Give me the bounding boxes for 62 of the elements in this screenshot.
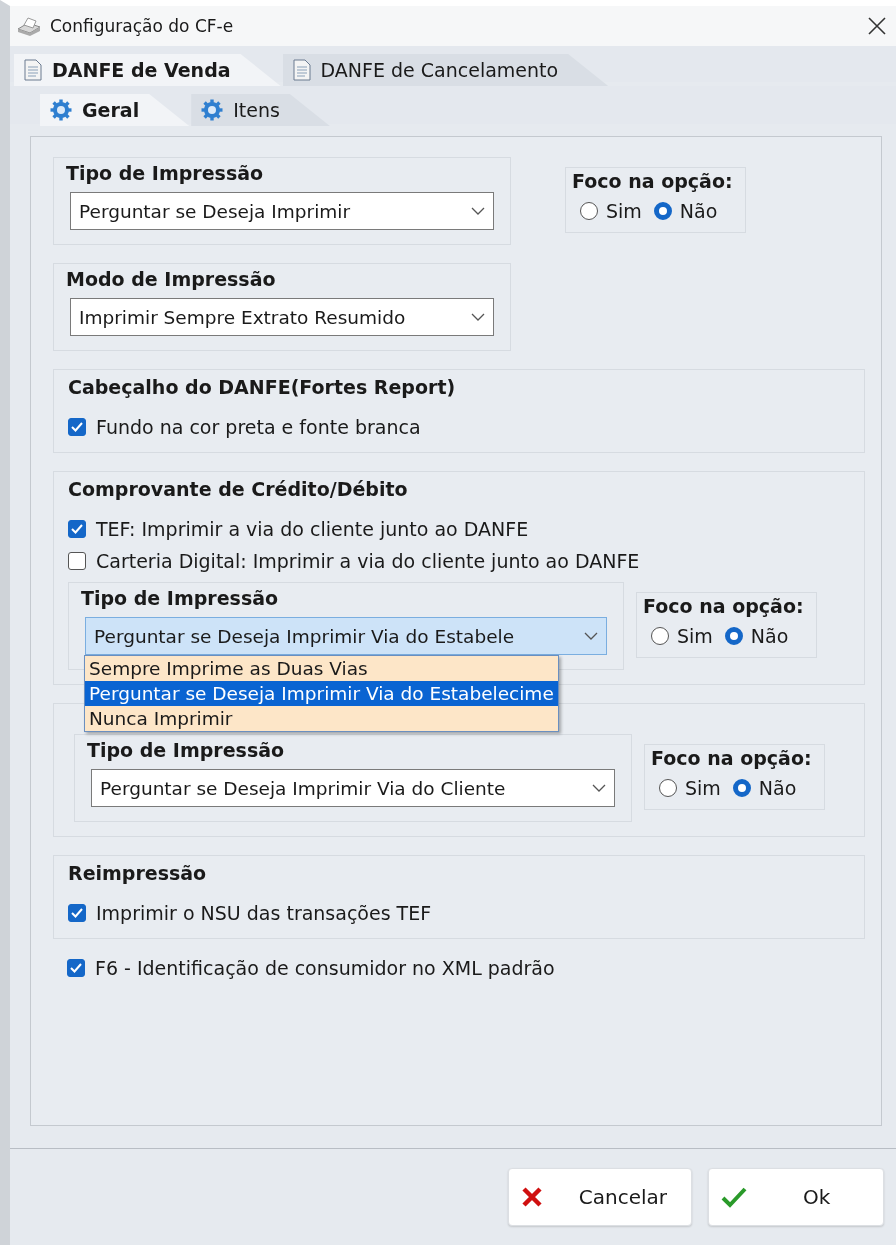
group-title: Tipo de Impressão bbox=[66, 162, 265, 184]
checkbox-label[interactable]: Imprimir o NSU das transações TEF bbox=[96, 902, 432, 924]
document-icon bbox=[292, 59, 311, 81]
group-title: Tipo de Impressão bbox=[87, 739, 286, 761]
checkbox-label[interactable]: Fundo na cor preta e fonte branca bbox=[96, 416, 421, 438]
radio-label[interactable]: Não bbox=[758, 777, 797, 799]
window-title: Configuração do CF-e bbox=[50, 16, 235, 36]
checkmark-icon bbox=[71, 422, 83, 432]
checkmark-icon bbox=[721, 1186, 747, 1208]
chevron-icon bbox=[592, 784, 606, 792]
checkbox-label[interactable]: F6 - Identificação de consumidor no XML padrão bbox=[95, 957, 555, 979]
close-icon[interactable] bbox=[868, 17, 886, 35]
radio-button[interactable] bbox=[732, 779, 751, 797]
dropdown-option[interactable]: Sempre Imprime as Duas Vias bbox=[85, 656, 558, 681]
group-title: Foco na opção: bbox=[643, 595, 804, 617]
checkmark-icon bbox=[70, 963, 82, 973]
dropdown[interactable]: Imprimir Sempre Extrato Resumido bbox=[70, 298, 494, 336]
tab[interactable]: Geral bbox=[40, 94, 190, 126]
group-title: Comprovante de Crédito/Débito bbox=[68, 478, 409, 500]
dropdown-option[interactable]: Nunca Imprimir bbox=[85, 706, 558, 731]
radio-button[interactable] bbox=[651, 627, 669, 645]
group-title: Reimpressão bbox=[68, 862, 208, 884]
dropdown-option[interactable]: Perguntar se Deseja Imprimir Via do Estabelecime bbox=[85, 681, 558, 706]
group-title: Tipo de Impressão bbox=[81, 587, 280, 609]
checkmark-icon bbox=[71, 524, 83, 534]
close-icon bbox=[520, 1186, 543, 1208]
group-title: Modo de Impressão bbox=[66, 268, 277, 290]
tab[interactable]: DANFE de Cancelamento bbox=[282, 54, 609, 86]
checkbox-label[interactable]: Carteria Digital: Imprimir a via do cliente junto ao DANFE bbox=[96, 550, 640, 572]
radio-label[interactable]: Sim bbox=[606, 200, 642, 222]
dropdown[interactable]: Perguntar se Deseja Imprimir Via do Estabele bbox=[85, 617, 607, 655]
checkbox[interactable] bbox=[68, 418, 86, 436]
radio-button[interactable] bbox=[724, 627, 743, 645]
radio-label[interactable]: Sim bbox=[685, 777, 721, 799]
tab[interactable]: DANFE de Venda bbox=[14, 54, 281, 86]
printer-icon bbox=[16, 16, 42, 36]
gear-icon bbox=[201, 99, 224, 121]
group-title: Foco na opção: bbox=[651, 747, 812, 769]
cancel-button[interactable]: Cancelar bbox=[507, 1168, 692, 1226]
radio-button[interactable] bbox=[653, 202, 672, 220]
ok-button[interactable]: Ok bbox=[708, 1168, 884, 1226]
group-title: Foco na opção: bbox=[572, 170, 733, 192]
document-icon bbox=[24, 59, 42, 81]
chevron-icon bbox=[471, 207, 485, 215]
radio-label[interactable]: Não bbox=[750, 625, 789, 647]
radio-label[interactable]: Sim bbox=[677, 625, 713, 647]
checkbox[interactable] bbox=[68, 904, 86, 922]
group-title: Cabeçalho do DANFE(Fortes Report) bbox=[68, 376, 457, 398]
radio-label[interactable]: Não bbox=[679, 200, 718, 222]
dropdown[interactable]: Perguntar se Deseja Imprimir Via do Cliente bbox=[91, 769, 615, 807]
checkbox-label[interactable]: TEF: Imprimir a via do cliente junto ao DANFE bbox=[96, 518, 529, 540]
radio-button[interactable] bbox=[659, 779, 677, 797]
gear-icon bbox=[50, 99, 72, 121]
chevron-icon bbox=[471, 313, 485, 321]
checkbox[interactable] bbox=[68, 552, 86, 570]
dropdown[interactable]: Perguntar se Deseja Imprimir bbox=[70, 192, 494, 230]
chevron-icon bbox=[584, 632, 598, 640]
tab[interactable]: Itens bbox=[191, 94, 330, 126]
checkmark-icon bbox=[71, 908, 83, 918]
radio-button[interactable] bbox=[580, 202, 598, 220]
checkbox[interactable] bbox=[67, 959, 85, 977]
checkbox[interactable] bbox=[68, 520, 86, 538]
